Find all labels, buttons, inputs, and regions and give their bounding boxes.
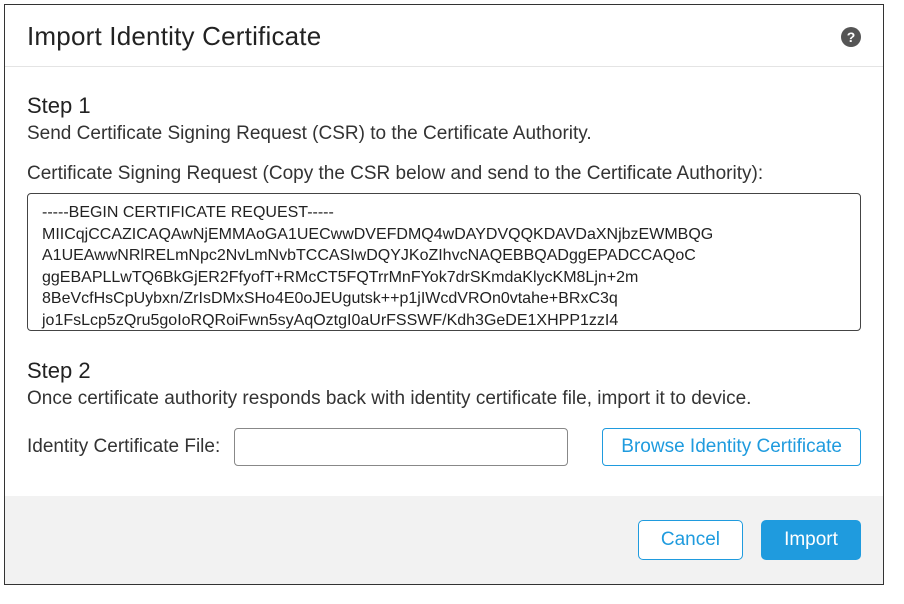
dialog-body: Step 1 Send Certificate Signing Request … (5, 67, 883, 496)
step2-text: Once certificate authority responds back… (27, 388, 861, 410)
csr-textarea[interactable] (27, 193, 861, 331)
step1-text: Send Certificate Signing Request (CSR) t… (27, 123, 861, 145)
identity-file-row: Identity Certificate File: Browse Identi… (27, 428, 861, 466)
import-button[interactable]: Import (761, 520, 861, 560)
csr-label: Certificate Signing Request (Copy the CS… (27, 163, 861, 185)
step2-heading: Step 2 (27, 358, 861, 384)
step1-heading: Step 1 (27, 93, 861, 119)
dialog-title: Import Identity Certificate (27, 21, 321, 52)
dialog-header: Import Identity Certificate ? (5, 5, 883, 67)
import-identity-cert-dialog: Import Identity Certificate ? Step 1 Sen… (4, 4, 884, 585)
browse-identity-certificate-button[interactable]: Browse Identity Certificate (602, 428, 861, 466)
identity-file-label: Identity Certificate File: (27, 436, 220, 458)
help-icon[interactable]: ? (841, 27, 861, 47)
dialog-footer: Cancel Import (5, 496, 883, 584)
identity-file-input[interactable] (234, 428, 568, 466)
cancel-button[interactable]: Cancel (638, 520, 743, 560)
